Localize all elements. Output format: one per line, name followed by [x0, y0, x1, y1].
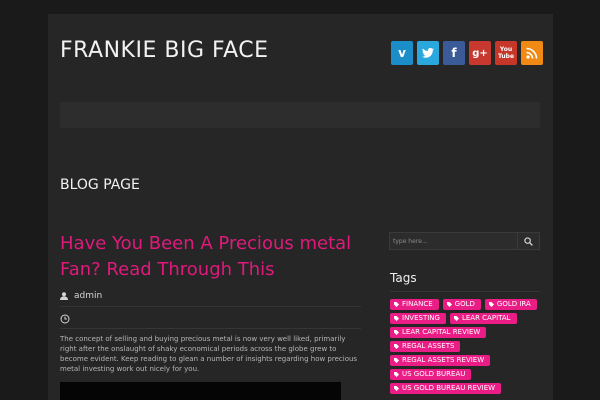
- user-icon: [60, 292, 68, 300]
- search-icon: [524, 236, 533, 246]
- tag-icon: [488, 302, 494, 307]
- tag-icon: [446, 302, 452, 307]
- tag-us-gold-bureau-review[interactable]: US GOLD BUREAU REVIEW: [390, 383, 502, 394]
- twitter-icon[interactable]: [417, 41, 439, 65]
- social-icons: v f g+ You Tube: [391, 41, 543, 65]
- facebook-icon[interactable]: f: [443, 41, 465, 65]
- site-title[interactable]: FRANKIE BIG FACE: [60, 38, 269, 63]
- page-title: BLOG PAGE: [60, 177, 140, 193]
- page-container: FRANKIE BIG FACE v f g+ You Tube BLOG PAG…: [48, 14, 553, 400]
- post-author-row: admin: [60, 291, 102, 301]
- post-video-embed[interactable]: [60, 382, 341, 400]
- rss-icon[interactable]: [521, 41, 543, 65]
- tag-icon: [394, 344, 399, 349]
- divider: [60, 328, 361, 329]
- divider: [60, 306, 361, 307]
- tag-icon: [453, 316, 459, 321]
- nav-bar[interactable]: [60, 102, 540, 128]
- clock-icon: [60, 314, 70, 324]
- tag-lear-capital[interactable]: LEAR CAPITAL: [449, 313, 517, 324]
- tag-regal-assets[interactable]: REGAL ASSETS: [390, 341, 461, 352]
- tag-investing[interactable]: INVESTING: [390, 313, 446, 324]
- tag-gold-ira[interactable]: GOLD IRA: [484, 299, 537, 310]
- post-author-link[interactable]: admin: [74, 291, 102, 301]
- tag-cloud: FINANCE GOLD GOLD IRA INVESTING LEAR CAP…: [390, 299, 541, 394]
- tag-icon: [394, 386, 399, 391]
- tag-icon: [394, 358, 399, 363]
- divider: [390, 291, 540, 292]
- post-title-link[interactable]: Have You Been A Precious metal Fan? Read…: [60, 231, 360, 283]
- tag-icon: [394, 372, 399, 377]
- post-excerpt: The concept of selling and buying precio…: [60, 335, 358, 373]
- search-button[interactable]: [517, 233, 539, 249]
- tag-icon: [394, 302, 399, 307]
- vimeo-icon[interactable]: v: [391, 41, 413, 65]
- tag-us-gold-bureau[interactable]: US GOLD BUREAU: [390, 369, 472, 380]
- tag-icon: [394, 330, 399, 335]
- google-plus-icon[interactable]: g+: [469, 41, 491, 65]
- tag-regal-assets-review[interactable]: REGAL ASSETS REVIEW: [390, 355, 491, 366]
- youtube-icon[interactable]: You Tube: [495, 41, 517, 65]
- tag-finance[interactable]: FINANCE: [390, 299, 439, 310]
- search-box: [389, 232, 540, 250]
- tags-heading: Tags: [390, 271, 417, 285]
- tag-icon: [394, 316, 399, 321]
- tag-gold[interactable]: GOLD: [442, 299, 481, 310]
- tag-lear-capital-review[interactable]: LEAR CAPITAL REVIEW: [390, 327, 487, 338]
- search-input[interactable]: [390, 233, 517, 249]
